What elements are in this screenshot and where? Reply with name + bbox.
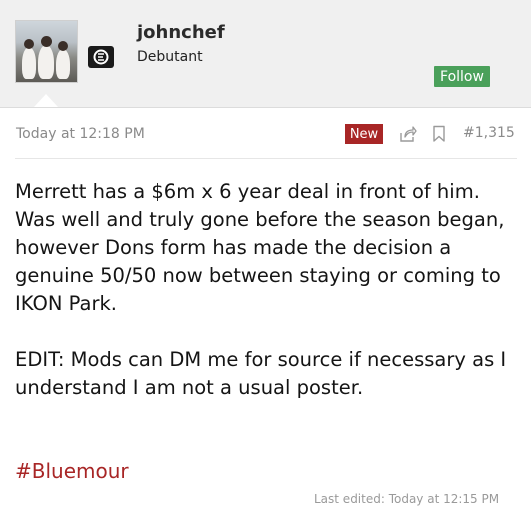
post-number-link[interactable]: #1,315 xyxy=(463,125,515,141)
last-edited-note: Last edited: Today at 12:15 PM xyxy=(314,492,500,506)
post-message: Merrett has a $6m x 6 year deal in front… xyxy=(15,178,520,402)
hashtag-link[interactable]: #Bluemour xyxy=(15,459,129,483)
post-meta-row: Today at 12:18 PM New #1,315 xyxy=(15,124,517,146)
avatar[interactable] xyxy=(15,20,78,83)
follow-button[interactable]: Follow xyxy=(434,66,490,87)
club-logo-icon xyxy=(88,46,114,68)
panel-pointer xyxy=(34,94,58,107)
new-badge: New xyxy=(345,124,383,144)
share-icon[interactable] xyxy=(399,125,417,147)
post-timestamp[interactable]: Today at 12:18 PM xyxy=(16,126,145,142)
user-title: Debutant xyxy=(137,49,203,65)
bookmark-icon[interactable] xyxy=(432,125,446,147)
user-info-panel: johnchef Debutant Follow xyxy=(0,0,531,108)
meta-divider xyxy=(15,158,517,159)
username[interactable]: johnchef xyxy=(137,22,225,43)
message-paragraph: Merrett has a $6m x 6 year deal in front… xyxy=(15,180,505,315)
message-paragraph: EDIT: Mods can DM me for source if neces… xyxy=(15,348,507,399)
